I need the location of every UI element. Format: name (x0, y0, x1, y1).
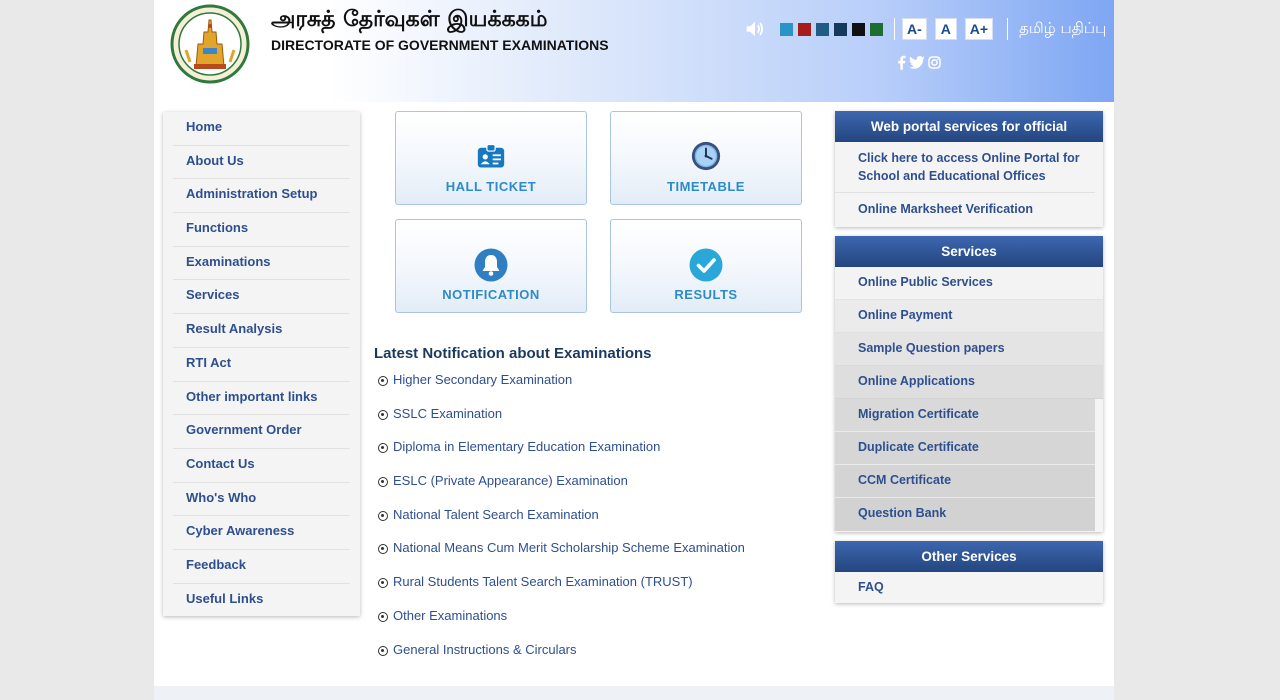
online-portal-link[interactable]: Click here to access Online Portal for S… (835, 142, 1095, 193)
notifications-heading: Latest Notification about Examinations (374, 345, 652, 362)
instagram-icon[interactable] (928, 55, 941, 70)
theme-swatch-navy[interactable] (834, 22, 847, 36)
site-title-english: DIRECTORATE OF GOVERNMENT EXAMINATIONS (271, 37, 609, 53)
theme-swatch-red[interactable] (798, 22, 811, 36)
web-portal-panel: Web portal services for official Click h… (835, 111, 1103, 227)
bullet-icon (378, 611, 388, 622)
nav-item-contact-us[interactable]: Contact Us (173, 449, 350, 483)
notification-item[interactable]: Diploma in Elementary Education Examinat… (378, 439, 745, 473)
nav-item-other-important-links[interactable]: Other important links (173, 382, 350, 416)
check-circle-icon (689, 248, 723, 282)
service-online-public-services[interactable]: Online Public Services (835, 267, 1103, 300)
toolbar-separator (894, 18, 895, 40)
nav-item-government-order[interactable]: Government Order (173, 415, 350, 449)
font-increase-button[interactable]: A+ (964, 18, 994, 40)
faq-link[interactable]: FAQ (835, 572, 1103, 605)
toolbar-separator (1007, 18, 1009, 40)
bullet-icon (378, 645, 388, 656)
hall-ticket-tile[interactable]: HALL TICKET (395, 111, 587, 205)
marksheet-verification-link[interactable]: Online Marksheet Verification (835, 193, 1095, 226)
bullet-icon (378, 477, 388, 488)
theme-swatch-light-blue[interactable] (780, 22, 793, 36)
services-heading: Services (835, 236, 1103, 267)
notification-item[interactable]: Rural Students Talent Search Examination… (378, 574, 745, 608)
nav-item-rti-act[interactable]: RTI Act (173, 348, 350, 382)
notification-item-label: ESLC (Private Appearance) Examination (393, 473, 628, 489)
nav-item-services[interactable]: Services (173, 280, 350, 315)
footer-strip (154, 686, 1114, 700)
nav-item-cyber-awareness[interactable]: Cyber Awareness (173, 516, 350, 550)
results-tile[interactable]: RESULTS (610, 219, 802, 313)
page-container: அரசுத் தேர்வுகள் இயக்ககம் DIRECTORATE OF… (154, 0, 1114, 700)
notification-tile[interactable]: NOTIFICATION (395, 219, 587, 313)
bullet-icon (378, 578, 388, 589)
web-portal-heading: Web portal services for official (835, 111, 1103, 142)
notification-item-label: SSLC Examination (393, 405, 503, 421)
tamil-nadu-emblem[interactable] (170, 4, 254, 84)
nav-item-feedback[interactable]: Feedback (173, 550, 350, 584)
service-sample-question-papers[interactable]: Sample Question papers (835, 333, 1103, 366)
notification-item-label: Diploma in Elementary Education Examinat… (393, 439, 661, 455)
notification-label: NOTIFICATION (442, 287, 540, 302)
notification-item-label: National Talent Search Examination (393, 506, 599, 522)
nav-item-administration-setup[interactable]: Administration Setup (173, 179, 350, 214)
hall-ticket-label: HALL TICKET (445, 179, 537, 194)
notification-item-label: Other Examinations (393, 607, 508, 623)
nav-item-functions[interactable]: Functions (173, 213, 350, 247)
service-question-bank[interactable]: Question Bank (835, 498, 1095, 531)
theme-swatch-black[interactable] (852, 22, 865, 36)
nav-item-result-analysis[interactable]: Result Analysis (173, 314, 350, 348)
timetable-tile[interactable]: TIMETABLE (610, 111, 802, 205)
tamil-version-link[interactable]: தமிழ் பதிப்பு (1019, 19, 1106, 39)
nav-item-whos-who[interactable]: Who's Who (173, 483, 350, 517)
bullet-icon (378, 409, 388, 420)
notification-item[interactable]: National Talent Search Examination (378, 507, 745, 541)
service-duplicate-certificate[interactable]: Duplicate Certificate (835, 432, 1095, 465)
nav-item-examinations[interactable]: Examinations (173, 247, 350, 281)
nav-item-home[interactable]: Home (173, 112, 350, 146)
notification-item[interactable]: Other Examinations (378, 608, 745, 642)
left-navigation-menu: Home About Us Administration Setup Funct… (163, 112, 360, 616)
service-online-payment[interactable]: Online Payment (835, 300, 1103, 333)
notification-item-label: Rural Students Talent Search Examination… (393, 574, 693, 590)
bullet-icon (378, 443, 388, 454)
notification-item-label: Higher Secondary Examination (393, 372, 573, 387)
nav-item-about-us[interactable]: About Us (173, 146, 350, 180)
other-services-panel: Other Services FAQ (835, 541, 1103, 603)
theme-swatch-green[interactable] (870, 22, 883, 36)
id-card-icon (477, 143, 505, 168)
results-label: RESULTS (674, 287, 738, 302)
other-services-heading: Other Services (835, 541, 1103, 572)
font-reset-button[interactable]: A (934, 18, 957, 40)
notification-item[interactable]: National Means Cum Merit Scholarship Sch… (378, 540, 745, 574)
notification-item-label: National Means Cum Merit Scholarship Sch… (393, 540, 745, 556)
notification-item-label: General Instructions & Circulars (393, 641, 577, 657)
notifications-list: Higher Secondary Examination SSLC Examin… (378, 372, 745, 675)
site-title-tamil: அரசுத் தேர்வுகள் இயக்ககம் (271, 7, 548, 32)
notification-item[interactable]: General Instructions & Circulars (378, 642, 745, 676)
facebook-icon[interactable] (897, 55, 906, 70)
notification-item[interactable]: Higher Secondary Examination (378, 372, 745, 406)
service-migration-certificate[interactable]: Migration Certificate (835, 399, 1095, 432)
notification-item[interactable]: SSLC Examination (378, 406, 745, 440)
twitter-icon[interactable] (909, 55, 925, 70)
bullet-icon (378, 510, 388, 521)
notification-item[interactable]: ESLC (Private Appearance) Examination (378, 473, 745, 507)
nav-item-useful-links[interactable]: Useful Links (173, 584, 350, 618)
font-decrease-button[interactable]: A- (902, 18, 927, 40)
theme-swatch-teal[interactable] (816, 22, 829, 36)
accessibility-toolbar: A- A A+ தமிழ் பதிப்பு (744, 17, 1106, 41)
speaker-icon[interactable] (744, 18, 766, 40)
service-ccm-certificate[interactable]: CCM Certificate (835, 465, 1095, 498)
clock-icon (691, 141, 721, 171)
bullet-icon (378, 376, 388, 386)
bullet-icon (378, 544, 388, 555)
service-online-applications[interactable]: Online Applications (835, 366, 1103, 399)
site-header: அரசுத் தேர்வுகள் இயக்ககம் DIRECTORATE OF… (154, 0, 1114, 102)
social-links (897, 55, 941, 70)
timetable-label: TIMETABLE (667, 179, 745, 194)
bell-icon (474, 248, 508, 282)
services-panel: Services Online Public Services Online P… (835, 236, 1103, 532)
